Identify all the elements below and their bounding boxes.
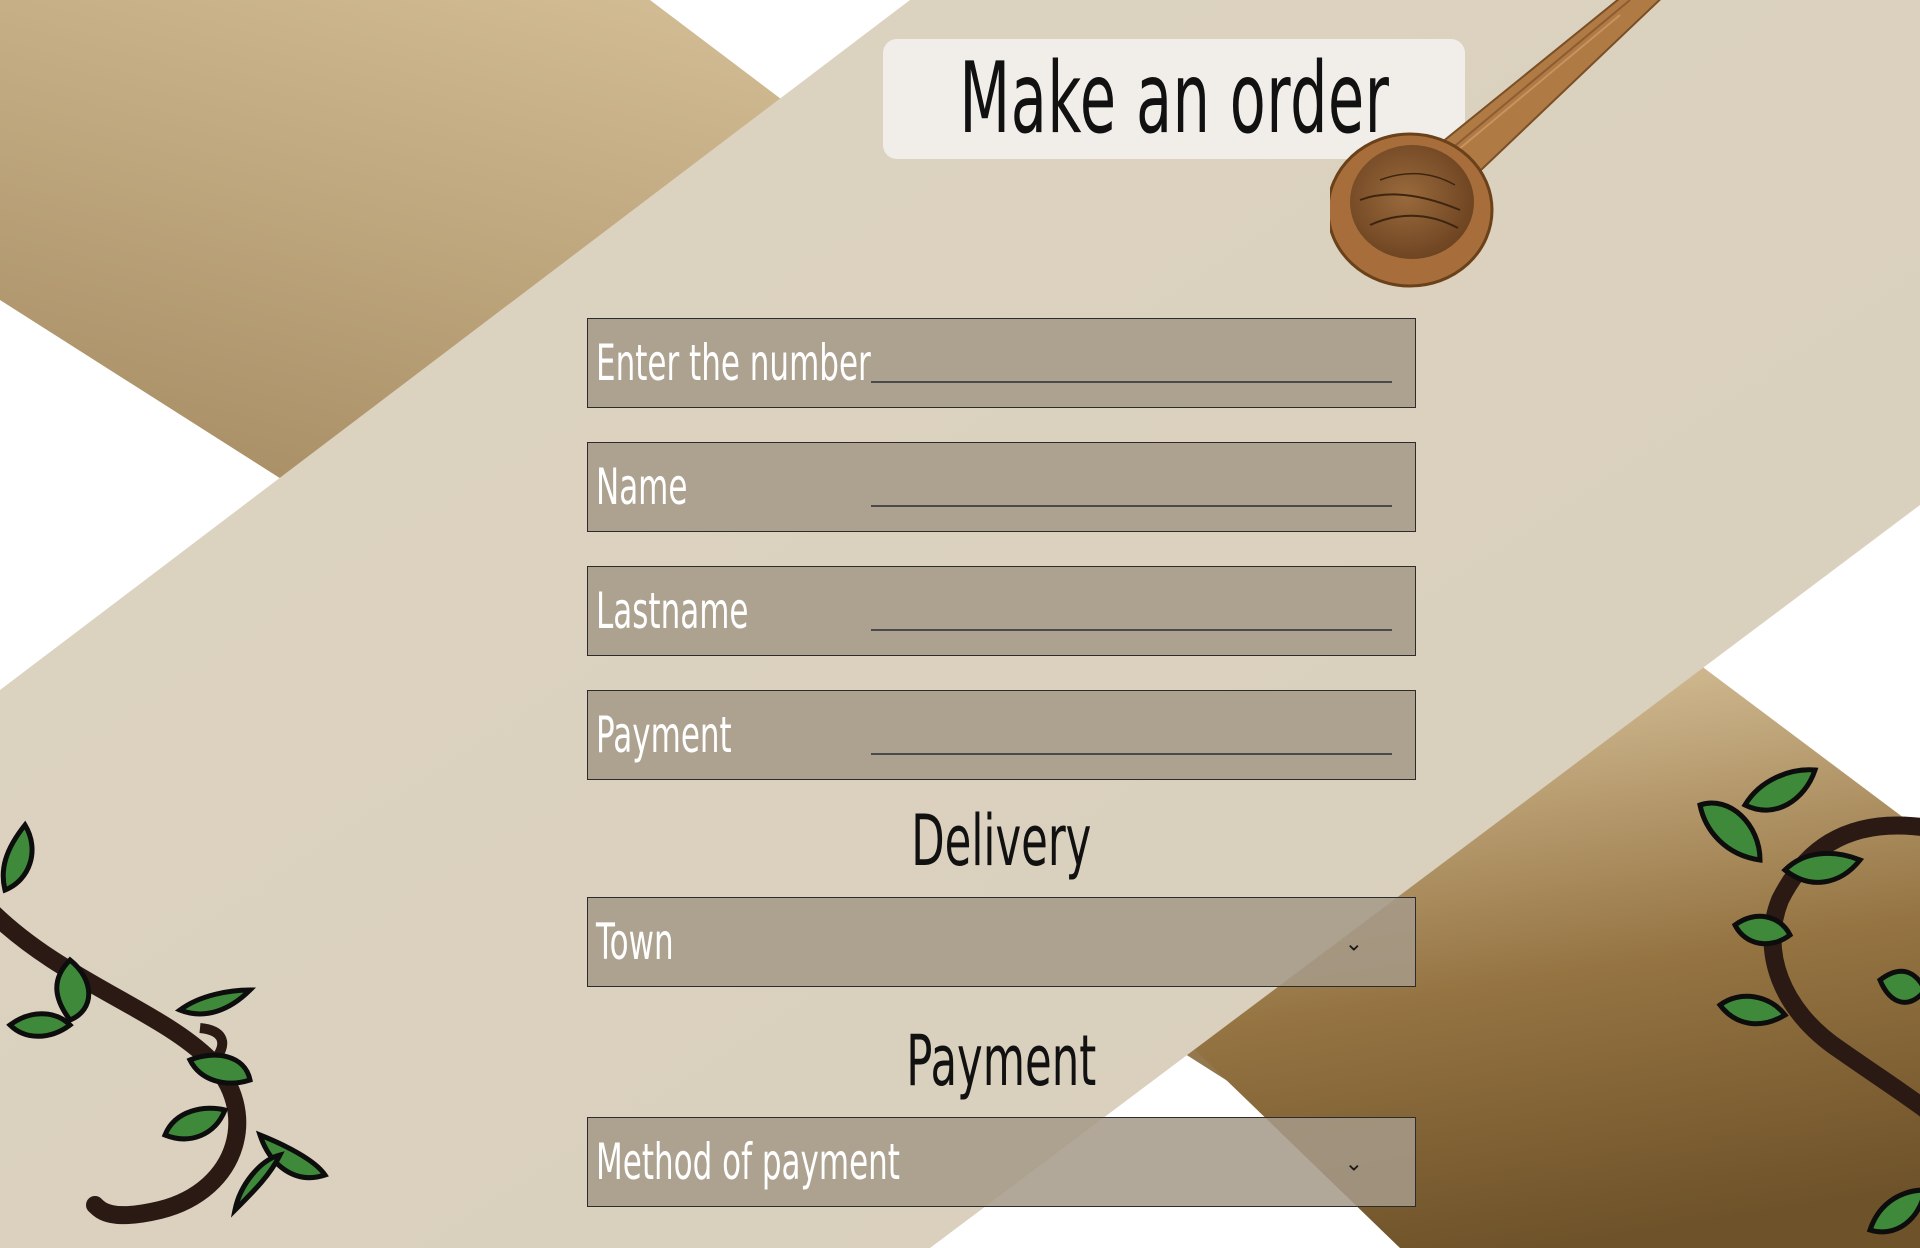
payment-heading: Payment xyxy=(906,1020,1097,1102)
delivery-heading: Delivery xyxy=(911,800,1092,882)
number-input[interactable]: Enter the number xyxy=(587,318,1416,408)
order-form: Enter the number Name Lastname Payment D… xyxy=(0,0,1920,1248)
chevron-down-icon: ⌄ xyxy=(1344,1151,1363,1177)
lastname-input-label: Lastname xyxy=(596,582,749,640)
lastname-input[interactable]: Lastname xyxy=(587,566,1416,656)
payment-input[interactable]: Payment xyxy=(587,690,1416,780)
input-underline xyxy=(871,753,1392,755)
input-underline xyxy=(871,629,1392,631)
number-input-label: Enter the number xyxy=(596,334,871,392)
name-input-label: Name xyxy=(596,458,688,516)
payment-method-select-value: Method of payment xyxy=(596,1133,900,1191)
input-underline xyxy=(871,505,1392,507)
chevron-down-icon: ⌄ xyxy=(1344,931,1363,957)
name-input[interactable]: Name xyxy=(587,442,1416,532)
payment-input-label: Payment xyxy=(596,706,732,764)
payment-method-select[interactable]: Method of payment ⌄ xyxy=(587,1117,1416,1207)
input-underline xyxy=(871,381,1392,383)
town-select-value: Town xyxy=(596,913,674,971)
town-select[interactable]: Town ⌄ xyxy=(587,897,1416,987)
